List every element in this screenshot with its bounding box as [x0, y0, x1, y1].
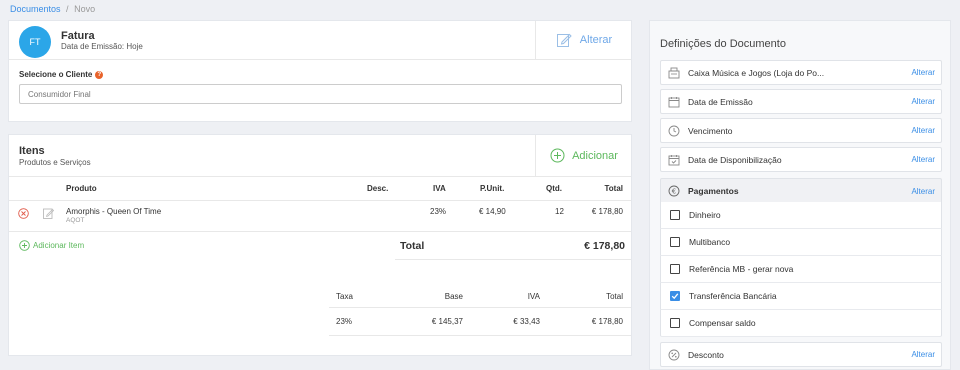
euro-icon: €	[667, 184, 681, 198]
items-title: Itens	[19, 145, 45, 157]
change-link[interactable]: Alterar	[911, 187, 935, 196]
avatar: FT	[19, 26, 51, 58]
item-qty: 12	[555, 207, 564, 216]
checkbox[interactable]	[670, 237, 680, 247]
breadcrumb-documentos[interactable]: Documentos	[10, 4, 61, 14]
avatar-initials: FT	[29, 37, 41, 47]
items-subtitle: Produtos e Serviços	[19, 158, 91, 167]
checkbox-checked[interactable]	[670, 291, 680, 301]
discount-icon	[667, 348, 681, 362]
column-vat: IVA	[433, 184, 446, 193]
divider	[9, 59, 631, 60]
column-qty: Qtd.	[546, 184, 562, 193]
tax-summary: Taxa Base IVA Total 23% € 145,37 € 33,43…	[329, 284, 631, 336]
remove-item-icon[interactable]	[18, 208, 29, 221]
change-link[interactable]: Alterar	[911, 126, 935, 135]
checkbox[interactable]	[670, 210, 680, 220]
item-name: Amorphis - Queen Of Time	[66, 207, 162, 216]
total-label: Total	[400, 240, 425, 252]
payment-option-label: Transferência Bancária	[689, 291, 777, 301]
settings-entry-register[interactable]: Caixa Música e Jogos (Loja do Po... Alte…	[660, 60, 942, 85]
help-icon[interactable]: ?	[95, 70, 104, 79]
payment-option-label: Dinheiro	[689, 210, 721, 220]
change-link[interactable]: Alterar	[911, 350, 935, 359]
tax-header: Taxa Base IVA Total	[329, 284, 631, 308]
item-code: AQOT	[66, 217, 85, 224]
payment-option-dinheiro[interactable]: Dinheiro	[660, 202, 942, 229]
settings-entry-issue-date[interactable]: Data de Emissão Alterar	[660, 89, 942, 114]
document-card: FT Fatura Data de Emissão: Hoje Alterar …	[8, 20, 632, 122]
edit-item-icon[interactable]	[43, 208, 55, 221]
tax-base: € 145,37	[431, 317, 463, 326]
tax-column-base: Base	[444, 292, 463, 301]
document-subtitle: Data de Emissão: Hoje	[61, 42, 143, 51]
payments-title: Pagamentos	[688, 186, 739, 196]
change-link[interactable]: Alterar	[911, 97, 935, 106]
item-vat: 23%	[430, 207, 447, 216]
plus-circle-icon	[19, 240, 30, 251]
settings-entry-availability-date[interactable]: Data de Disponibilização Alterar	[660, 147, 942, 172]
discount-label: Desconto	[688, 349, 724, 360]
add-item-button[interactable]: Adicionar Item	[19, 240, 84, 251]
column-total: Total	[604, 184, 623, 193]
client-label-row: Selecione o Cliente ?	[19, 70, 104, 79]
change-document-label: Alterar	[579, 34, 613, 46]
payment-option-label: Multibanco	[689, 237, 731, 247]
payment-option-referencia-mb[interactable]: Referência MB - gerar nova	[660, 256, 942, 283]
breadcrumb: Documentos / Novo	[10, 4, 95, 14]
plus-circle-icon	[550, 148, 565, 163]
add-product-button[interactable]: Adicionar	[535, 135, 632, 176]
svg-text:€: €	[672, 187, 676, 195]
clock-icon	[667, 124, 681, 138]
tax-column-rate: Taxa	[336, 292, 353, 301]
document-settings-panel: Definições do Documento Caixa Música e J…	[649, 20, 951, 370]
column-unit-price: P.Unit.	[480, 184, 505, 193]
settings-entry-label: Data de Disponibilização	[688, 154, 782, 165]
items-table-header: Produto Desc. IVA P.Unit. Qtd. Total	[9, 176, 631, 200]
register-icon	[667, 66, 681, 80]
tax-row: 23% € 145,37 € 33,43 € 178,80	[329, 308, 631, 336]
settings-entry-label: Caixa Música e Jogos (Loja do Po...	[688, 67, 825, 78]
payment-option-label: Referência MB - gerar nova	[689, 264, 794, 274]
payment-option-transferencia[interactable]: Transferência Bancária	[660, 283, 942, 310]
payment-option-compensar-saldo[interactable]: Compensar saldo	[660, 310, 942, 337]
client-input-wrap	[19, 84, 622, 104]
tax-vat: € 33,43	[513, 317, 540, 326]
change-link[interactable]: Alterar	[911, 68, 935, 77]
settings-entry-discount[interactable]: Desconto Alterar	[660, 342, 942, 367]
change-document-button[interactable]: Alterar	[535, 21, 632, 59]
settings-title: Definições do Documento	[660, 38, 786, 50]
tax-total: € 178,80	[591, 317, 623, 326]
breadcrumb-separator: /	[66, 4, 69, 14]
payment-option-multibanco[interactable]: Multibanco	[660, 229, 942, 256]
breadcrumb-current: Novo	[74, 4, 96, 14]
total-value: € 178,80	[584, 240, 625, 252]
checkbox[interactable]	[670, 264, 680, 274]
tax-column-total: Total	[606, 292, 623, 301]
item-unit-price: € 14,90	[479, 207, 506, 216]
client-label: Selecione o Cliente	[19, 70, 93, 79]
tax-rate: 23%	[336, 317, 353, 326]
item-total: € 178,80	[591, 207, 623, 216]
payment-option-label: Compensar saldo	[689, 318, 756, 328]
tax-column-vat: IVA	[527, 292, 540, 301]
client-input[interactable]	[20, 85, 621, 103]
add-item-label: Adicionar Item	[33, 241, 85, 250]
settings-entry-label: Vencimento	[688, 125, 733, 136]
calendar-icon	[667, 95, 681, 109]
settings-entry-due-date[interactable]: Vencimento Alterar	[660, 118, 942, 143]
edit-icon	[556, 32, 572, 48]
add-product-label: Adicionar	[572, 149, 618, 162]
payments-header[interactable]: € Pagamentos Alterar	[660, 178, 942, 203]
column-desc: Desc.	[367, 184, 389, 193]
change-link[interactable]: Alterar	[911, 155, 935, 164]
document-type: Fatura	[61, 30, 95, 42]
calendar-check-icon	[667, 153, 681, 167]
checkbox[interactable]	[670, 318, 680, 328]
items-card: Itens Produtos e Serviços Adicionar Prod…	[8, 134, 632, 356]
total-row: Total € 178,80	[395, 231, 631, 260]
settings-entry-label: Data de Emissão	[688, 96, 753, 107]
column-product: Produto	[66, 184, 97, 193]
table-row[interactable]: Amorphis - Queen Of Time AQOT 23% € 14,9…	[9, 200, 631, 231]
